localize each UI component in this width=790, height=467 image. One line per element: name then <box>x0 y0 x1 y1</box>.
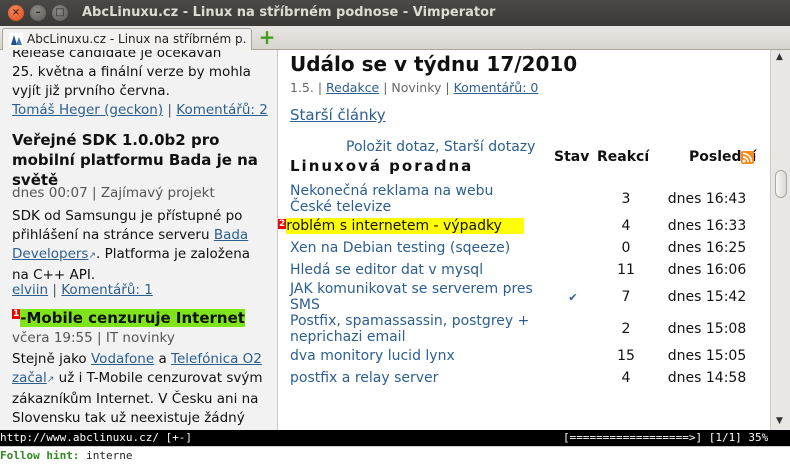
article3-meta: včera 19:55 | IT novinky <box>12 330 175 346</box>
right-column: Událo se v týdnu 17/2010 1.5. | Redakce … <box>278 50 770 430</box>
tab-bar: AbcLinuxu.cz - Linux na stříbrném p... + <box>0 26 790 50</box>
article-meta: 1.5. | Redakce | Novinky | Komentářů: 0 <box>290 80 539 95</box>
article2-title[interactable]: Veřejné SDK 1.0.0b2 pro mobilní platform… <box>12 130 258 190</box>
release-text: Release candidate je očekáván 25. května… <box>12 50 251 99</box>
hint-input[interactable]: interne <box>86 449 132 462</box>
left-column: Release candidate je očekáván 25. května… <box>0 50 277 430</box>
table-row: Postfix, spamassassin, postgrey + neprich… <box>290 313 747 345</box>
older-articles-link[interactable]: Starší články <box>290 106 386 124</box>
table-row: Xen na Debian testing (sqeeze) 0 dnes 16… <box>290 237 756 259</box>
external-link-icon: ↗ <box>88 251 97 261</box>
question-link[interactable]: 2roblém s internetem - výpadky <box>278 215 552 237</box>
new-tab-icon[interactable]: + <box>257 27 277 47</box>
question-link[interactable]: JAK komunikovat se serverem pres SMS <box>290 281 552 313</box>
window-title: AbcLinuxu.cz - Linux na stříbrném podnos… <box>82 5 496 20</box>
comments-link[interactable]: Komentářů: 1 <box>61 282 153 298</box>
table-row: dva monitory lucid lynx 15 dnes 15:05 <box>290 345 756 367</box>
comments-link[interactable]: Komentářů: 0 <box>454 80 539 95</box>
zacal-link[interactable]: začal <box>12 370 47 386</box>
web-page: Release candidate je očekáván 25. května… <box>0 50 790 430</box>
comments-link[interactable]: Komentářů: 2 <box>176 102 268 118</box>
solved-check-icon: ✔ <box>568 290 578 304</box>
status-progress: [==================>] [1/1] 35% <box>563 431 769 444</box>
col-reakci: Reakcí <box>597 149 650 165</box>
page-scrollbar[interactable]: ▲ ▼ <box>770 50 790 430</box>
question-link[interactable]: Xen na Debian testing (sqeeze) <box>290 237 552 259</box>
status-line: http://www.abclinuxu.cz/ [+-] [==========… <box>0 430 790 446</box>
question-link[interactable]: postfix a relay server <box>290 367 552 389</box>
poradna-links: Položit dotaz, Starší dotazy <box>346 139 536 155</box>
table-row: Hledá se editor dat v mysql 11 dnes 16:0… <box>290 259 756 281</box>
telefonica-link[interactable]: Telefónica O2 <box>171 351 262 367</box>
scrollbar-thumb[interactable] <box>775 170 787 198</box>
tab-label: AbcLinuxu.cz - Linux na stříbrném p... <box>27 32 247 46</box>
article2-footer: elviin | Komentářů: 1 <box>12 282 153 298</box>
older-articles: Starší články <box>290 106 386 124</box>
minimize-window-button[interactable]: – <box>30 5 46 21</box>
vodafone-link[interactable]: Vodafone <box>91 351 154 367</box>
tab-abclinuxu[interactable]: AbcLinuxu.cz - Linux na stříbrném p... <box>2 28 252 50</box>
table-row: postfix a relay server 4 dnes 14:58 <box>290 367 756 389</box>
ask-question-link[interactable]: Položit dotaz <box>346 139 435 155</box>
article2-meta: dnes 00:07 | Zajímavý projekt <box>12 185 215 201</box>
hint-label: Follow hint: <box>0 449 80 462</box>
poradna-table: Nekonečná reklama na webu České televize … <box>278 183 756 389</box>
col-stav: Stav <box>554 149 590 165</box>
close-window-button[interactable]: × <box>8 5 24 21</box>
section-title: Linuxová poradna <box>290 157 474 175</box>
table-row: JAK komunikovat se serverem pres SMS ✔ 7 … <box>290 281 747 313</box>
table-row: Nekonečná reklama na webu České televize … <box>290 183 747 215</box>
maximize-window-button[interactable]: □ <box>52 5 68 21</box>
rss-icon[interactable] <box>741 151 754 164</box>
question-link[interactable]: dva monitory lucid lynx <box>290 345 552 367</box>
article3-title[interactable]: 1-Mobile cenzuruje Internet <box>12 308 245 328</box>
favicon-icon <box>9 33 23 47</box>
older-questions-link[interactable]: Starší dotazy <box>444 139 536 155</box>
window-titlebar: × – □ AbcLinuxu.cz - Linux na stříbrném … <box>0 0 790 26</box>
redakce-link[interactable]: Redakce <box>326 80 379 95</box>
bada-link[interactable]: Bada <box>214 227 248 243</box>
scroll-up-icon[interactable]: ▲ <box>776 52 783 62</box>
developers-link[interactable]: Developers <box>12 246 88 262</box>
article1-footer: Tomáš Heger (geckon) | Komentářů: 2 <box>12 102 268 118</box>
question-link[interactable]: Nekonečná reklama na webu České televize <box>290 183 552 215</box>
status-url: http://www.abclinuxu.cz/ [+-] <box>0 431 193 444</box>
author-link[interactable]: Tomáš Heger (geckon) <box>12 102 163 118</box>
table-row: 2roblém s internetem - výpadky 4 dnes 16… <box>278 215 756 237</box>
question-link[interactable]: Postfix, spamassassin, postgrey + neprich… <box>290 313 552 345</box>
scroll-down-icon[interactable]: ▼ <box>776 416 783 426</box>
author-link[interactable]: elviin <box>12 282 48 298</box>
article3-body: Stejně jako Vodafone a Telefónica O2 zač… <box>12 351 263 426</box>
page-heading: Událo se v týdnu 17/2010 <box>290 52 578 76</box>
question-link[interactable]: Hledá se editor dat v mysql <box>290 259 552 281</box>
article2-body: SDK od Samsungu je přístupné po přihláše… <box>12 208 251 283</box>
command-line[interactable]: Follow hint: interne <box>0 446 790 467</box>
